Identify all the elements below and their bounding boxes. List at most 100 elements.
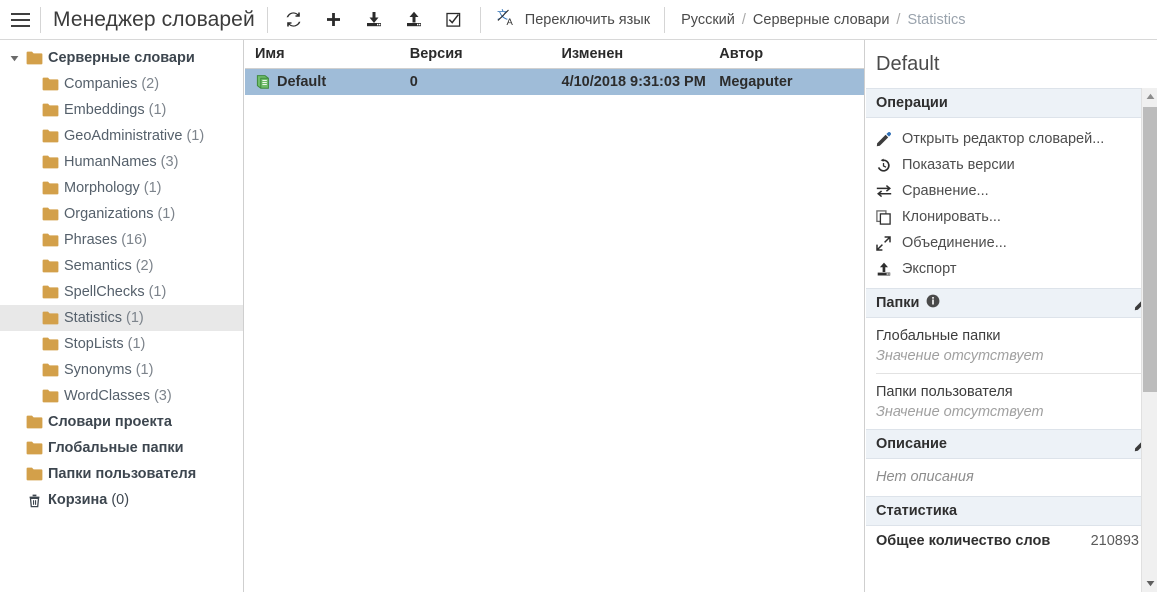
statistics-body: Общее количество слов 210893 xyxy=(866,526,1157,556)
sidebar-item-spellchecks[interactable]: SpellChecks (1) xyxy=(0,279,243,305)
pencil-icon xyxy=(876,131,902,147)
sidebar-item-morphology[interactable]: Morphology (1) xyxy=(0,175,243,201)
operation-compare[interactable]: Сравнение... xyxy=(866,178,1157,204)
folder-field: Глобальные папки Значение отсутствует xyxy=(866,318,1157,373)
sidebar-item-count: (2) xyxy=(141,76,160,92)
scrollbar-up-arrow-icon[interactable] xyxy=(1142,88,1157,105)
folder-icon xyxy=(22,45,46,71)
column-header-author[interactable]: Автор xyxy=(718,46,864,62)
sidebar-item-label: Глобальные папки xyxy=(48,440,184,456)
sidebar-item-папки-пользователя[interactable]: Папки пользователя xyxy=(0,461,243,487)
cell-name-label: Default xyxy=(277,74,327,90)
sidebar-item-label: Корзина xyxy=(48,492,108,508)
folder-icon xyxy=(38,279,62,305)
folder-icon xyxy=(38,227,62,253)
merge-icon xyxy=(876,235,902,251)
sidebar-item-wordclasses[interactable]: WordClasses (3) xyxy=(0,383,243,409)
column-header-modified[interactable]: Изменен xyxy=(561,46,719,62)
info-icon[interactable] xyxy=(926,294,940,312)
checkbox-icon[interactable] xyxy=(434,1,474,39)
hamburger-menu-icon[interactable] xyxy=(0,0,40,40)
folders-body: Глобальные папки Значение отсутствует Папк… xyxy=(866,318,1157,429)
folder-icon xyxy=(22,461,46,487)
hamburger-bar xyxy=(10,24,30,27)
statistic-row: Общее количество слов 210893 xyxy=(866,526,1157,556)
sidebar-tree[interactable]: Серверные словари Companies (2) Embeddings(… xyxy=(0,40,244,592)
sidebar-item-глобальные-папки[interactable]: Глобальные папки xyxy=(0,435,243,461)
top-bar: Менеджер словарей 文 A Переключить язык Р… xyxy=(0,0,1157,40)
sidebar-item-embeddings[interactable]: Embeddings (1) xyxy=(0,97,243,123)
folder-field: Папки пользователя Значение отсутствует xyxy=(866,374,1157,429)
section-title-folders: Папки xyxy=(876,295,920,311)
breadcrumb-item-language[interactable]: Русский xyxy=(681,12,735,28)
sidebar-item-словари-проекта[interactable]: Словари проекта xyxy=(0,409,243,435)
operation-history[interactable]: Показать версии xyxy=(866,152,1157,178)
breadcrumb-item-statistics: Statistics xyxy=(907,11,966,28)
sidebar-item-серверные-словари[interactable]: Серверные словари xyxy=(0,45,243,71)
sidebar-item-label: GeoAdministrative xyxy=(64,128,183,144)
sidebar-item-organizations[interactable]: Organizations (1) xyxy=(0,201,243,227)
translate-icon: 文 A xyxy=(497,7,516,32)
sidebar-item-label: Companies xyxy=(64,76,138,92)
column-header-version[interactable]: Версия xyxy=(408,46,561,62)
sidebar-item-label: Semantics xyxy=(64,258,132,274)
language-switch-button[interactable]: 文 A Переключить язык xyxy=(481,7,664,32)
folder-field-label: Глобальные папки xyxy=(876,328,1001,344)
hamburger-bar xyxy=(10,18,30,21)
table-row[interactable]: Default 0 4/10/2018 9:31:03 PM Megaputer xyxy=(245,69,864,95)
sidebar-item-count: (3) xyxy=(153,388,172,404)
operation-merge[interactable]: Объединение... xyxy=(866,230,1157,256)
section-title-operations: Операции xyxy=(876,95,948,111)
sidebar-item-count: (3) xyxy=(160,154,179,170)
folder-icon xyxy=(38,71,62,97)
sidebar-item-stoplists[interactable]: StopLists (1) xyxy=(0,331,243,357)
statistic-value: 210893 xyxy=(1090,533,1139,549)
sidebar-item-count: (1) xyxy=(127,336,146,352)
sidebar-item-label: HumanNames xyxy=(64,154,157,170)
section-title-statistics: Статистика xyxy=(876,503,958,519)
sidebar-item-label: Organizations xyxy=(64,206,154,222)
sidebar-item-humannames[interactable]: HumanNames (3) xyxy=(0,149,243,175)
sidebar-item-корзина[interactable]: Корзина (0) xyxy=(0,487,243,513)
import-icon[interactable] xyxy=(354,1,394,39)
sidebar-item-count: (1) xyxy=(148,284,167,300)
operation-clone[interactable]: Клонировать... xyxy=(866,204,1157,230)
sidebar-item-geoadministrative[interactable]: GeoAdministrative (1) xyxy=(0,123,243,149)
folder-icon xyxy=(38,175,62,201)
export-icon[interactable] xyxy=(394,1,434,39)
refresh-icon[interactable] xyxy=(274,1,314,39)
sidebar-item-phrases[interactable]: Phrases (16) xyxy=(0,227,243,253)
table-body: Default 0 4/10/2018 9:31:03 PM Megaputer xyxy=(245,69,864,95)
column-header-name[interactable]: Имя xyxy=(245,46,408,62)
chevron-down-icon[interactable] xyxy=(6,45,22,71)
operation-pencil[interactable]: Открыть редактор словарей... xyxy=(866,126,1157,152)
sidebar-item-companies[interactable]: Companies (2) xyxy=(0,71,243,97)
scrollbar-down-arrow-icon[interactable] xyxy=(1142,575,1157,592)
scrollbar-thumb[interactable] xyxy=(1143,107,1157,392)
folder-icon xyxy=(38,149,62,175)
sidebar-item-label: Серверные словари xyxy=(48,50,195,66)
details-panel-scrollbar[interactable] xyxy=(1141,88,1157,592)
breadcrumb: Русский / Серверные словари / Statistics xyxy=(665,12,965,28)
sidebar-item-semantics[interactable]: Semantics (2) xyxy=(0,253,243,279)
sidebar-item-statistics[interactable]: Statistics (1) xyxy=(0,305,243,331)
sidebar-item-label: Phrases xyxy=(64,232,118,248)
sidebar-item-count: (1) xyxy=(148,102,167,118)
sidebar-item-label: Embeddings xyxy=(64,102,145,118)
sidebar-item-synonyms[interactable]: Synonyms (1) xyxy=(0,357,243,383)
plus-icon[interactable] xyxy=(314,1,354,39)
sidebar-item-label: Statistics xyxy=(64,310,123,326)
sidebar-item-label: Папки пользователя xyxy=(48,466,197,482)
breadcrumb-item-server-dictionaries[interactable]: Серверные словари xyxy=(753,12,890,28)
operation-export[interactable]: Экспорт xyxy=(866,256,1157,282)
